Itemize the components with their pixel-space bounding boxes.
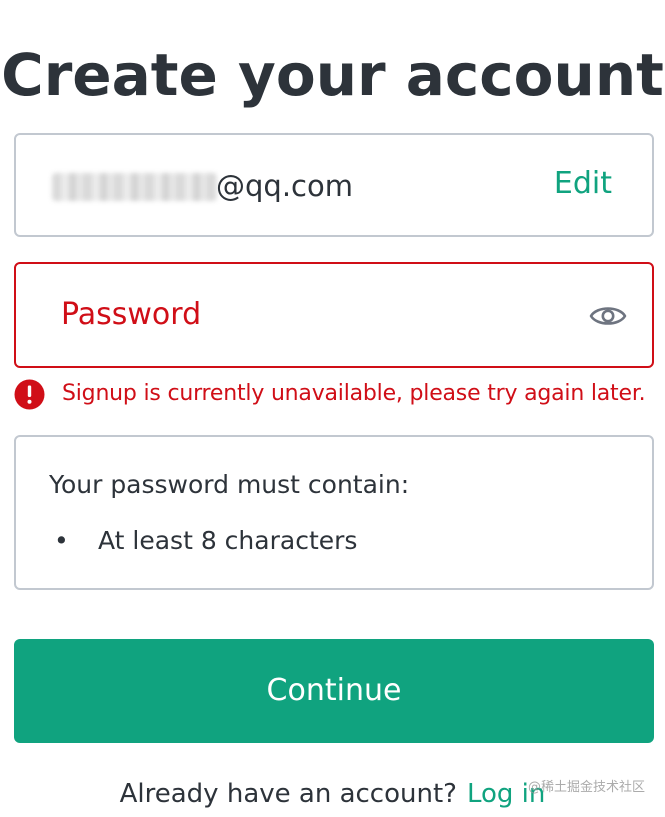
email-domain: @qq.com	[216, 169, 353, 203]
eye-icon[interactable]	[588, 296, 628, 336]
watermark: @稀土掘金技术社区	[527, 780, 645, 795]
password-field[interactable]: Password	[14, 262, 654, 368]
continue-button[interactable]: Continue	[14, 639, 654, 743]
password-requirements: Your password must contain: • At least 8 …	[14, 435, 654, 590]
requirement-item: • At least 8 characters	[54, 521, 357, 561]
edit-email-link[interactable]: Edit	[554, 163, 612, 205]
page-title: Create your account	[1, 40, 664, 109]
requirements-heading: Your password must contain:	[49, 470, 410, 499]
email-field[interactable]: @qq.com Edit	[14, 133, 654, 237]
error-message-row: Signup is currently unavailable, please …	[14, 378, 665, 410]
requirement-text: At least 8 characters	[98, 526, 358, 555]
error-message: Signup is currently unavailable, please …	[62, 381, 646, 406]
password-placeholder: Password	[61, 297, 202, 332]
login-prompt-text: Already have an account?	[119, 779, 457, 809]
email-username-redacted	[52, 173, 217, 201]
requirement-bullet: •	[54, 526, 69, 555]
alert-circle-icon	[14, 379, 45, 410]
